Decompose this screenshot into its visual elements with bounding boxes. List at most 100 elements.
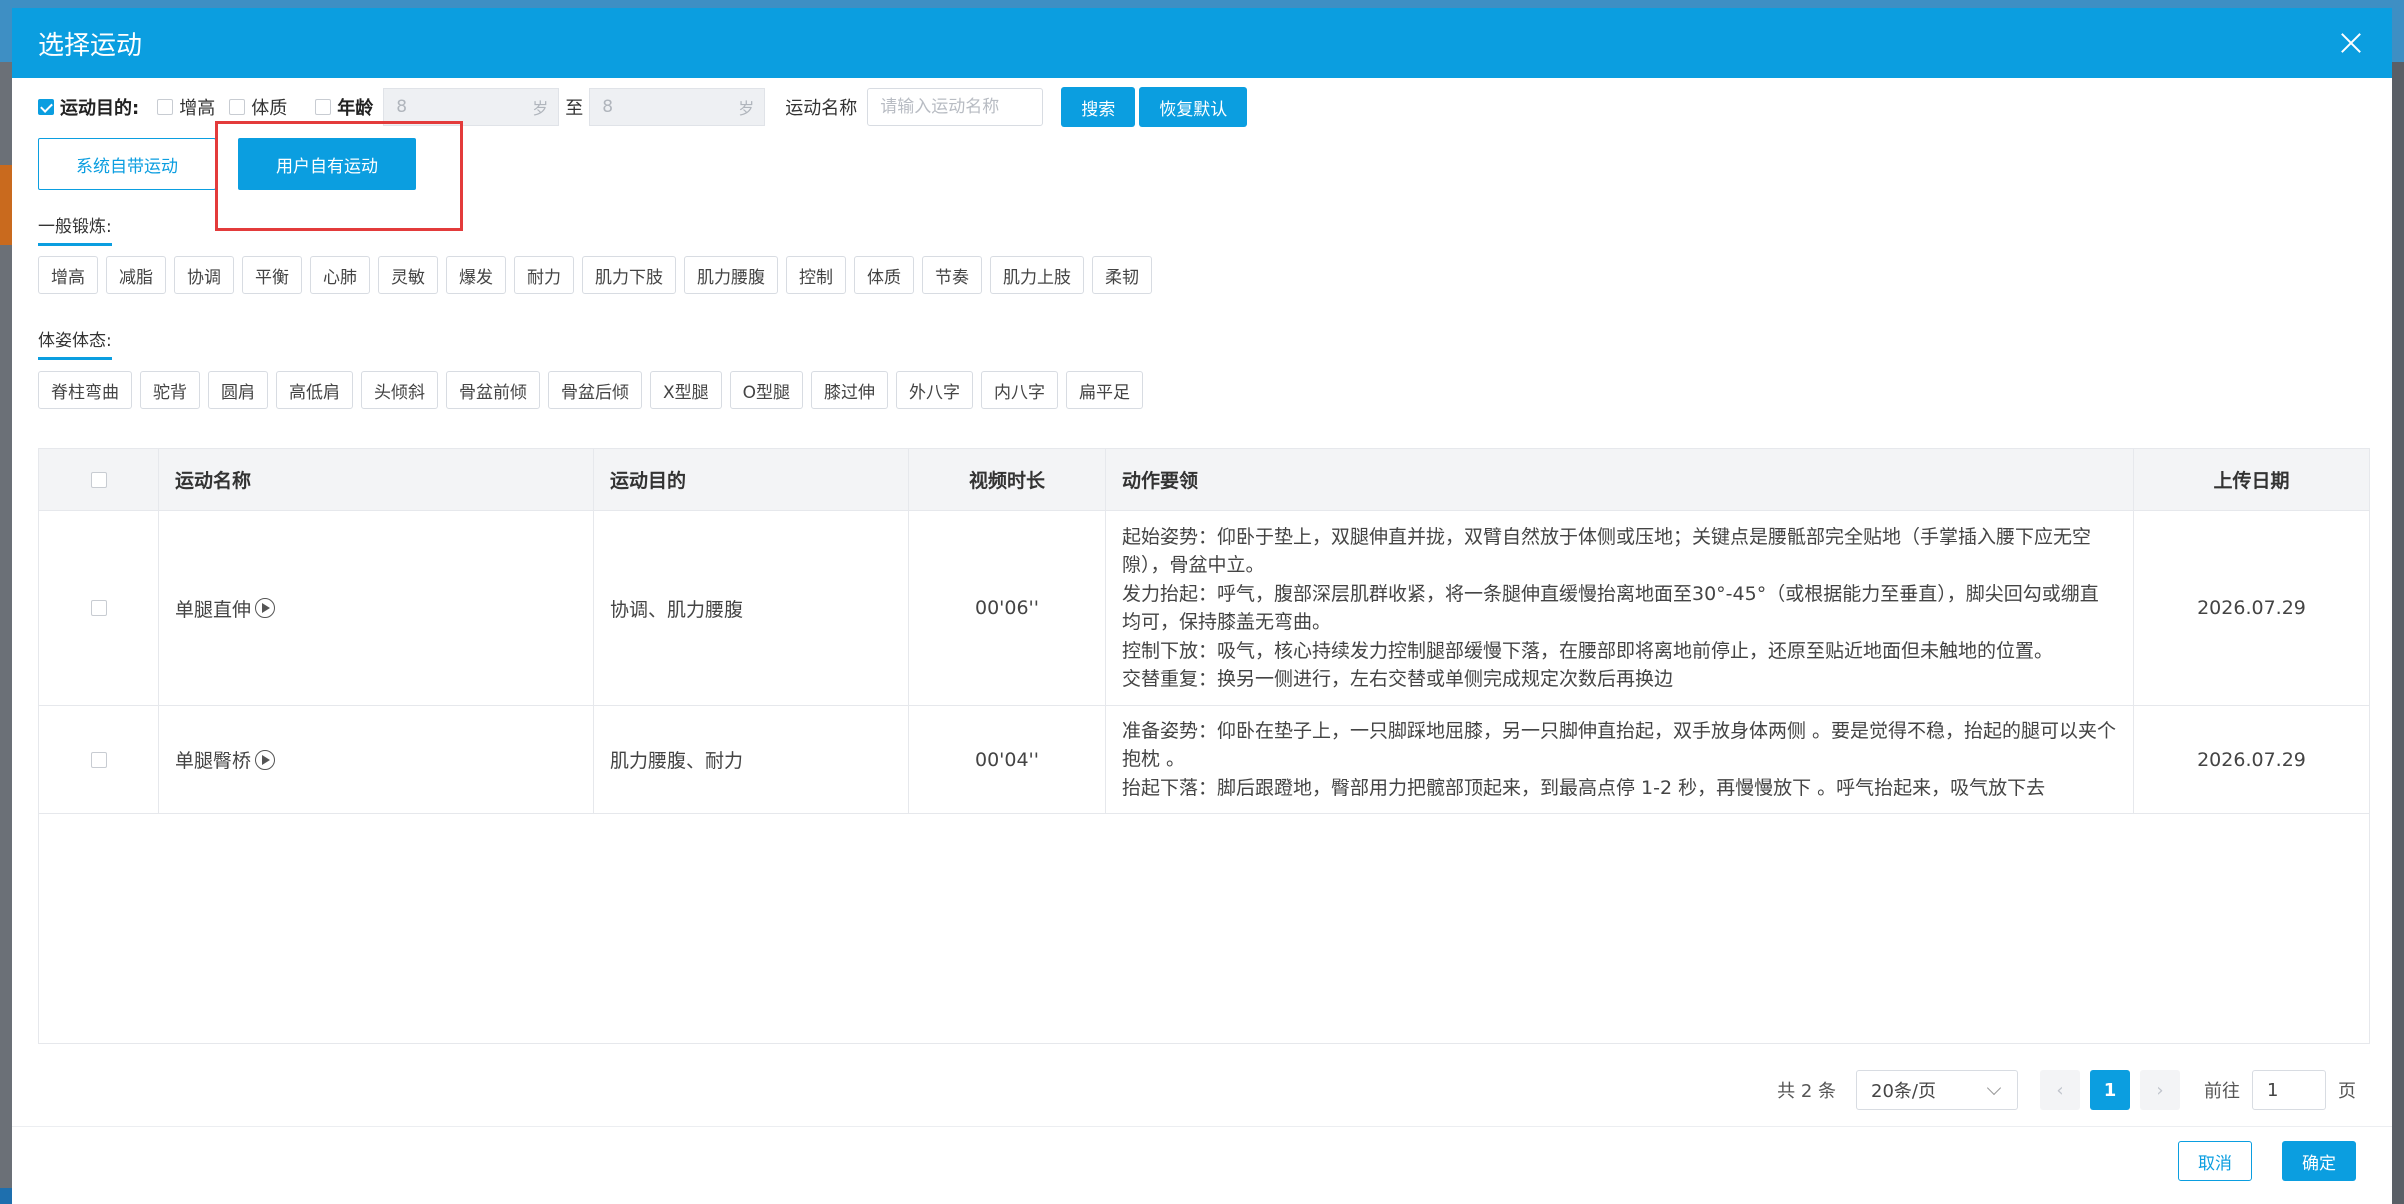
video-duration: 00'04'' bbox=[909, 706, 1106, 813]
close-icon[interactable] bbox=[2338, 30, 2364, 56]
step-text: 发力抬起：呼气，腹部深层肌群收紧，将一条腿伸直缓慢抬离地面至30°-45°（或根… bbox=[1122, 582, 2099, 634]
tag-button[interactable]: 骨盆前倾 bbox=[446, 371, 540, 409]
age-from-value: 8 bbox=[396, 97, 408, 117]
purpose-label: 运动目的: bbox=[60, 98, 140, 119]
step-text: 准备姿势：仰卧在垫子上，一只脚踩地屈膝，另一只脚伸直抬起，双手放身体两侧 。要是… bbox=[1122, 719, 2117, 771]
confirm-button[interactable]: 确定 bbox=[2282, 1141, 2356, 1181]
tag-button[interactable]: 头倾斜 bbox=[361, 371, 438, 409]
tag-button[interactable]: 体质 bbox=[854, 256, 914, 294]
header-steps: 动作要领 bbox=[1106, 449, 2134, 510]
option-label: 体质 bbox=[251, 98, 288, 119]
tag-button[interactable]: 控制 bbox=[786, 256, 846, 294]
page-size-select[interactable]: 20条/页 bbox=[1856, 1070, 2018, 1110]
posture-tag-list: 脊柱弯曲 驼背 圆肩 高低肩 头倾斜 骨盆前倾 骨盆后倾 X型腿 O型腿 膝过伸 外八字 内八字 扁平足 bbox=[38, 371, 1151, 409]
exercise-name-cell: 单腿直伸 bbox=[159, 511, 594, 705]
next-page-button[interactable]: › bbox=[2140, 1070, 2180, 1110]
exercise-purpose: 肌力腰腹、耐力 bbox=[594, 706, 909, 813]
dialog-header: 选择运动 bbox=[12, 8, 2392, 78]
tag-button[interactable]: 肌力下肢 bbox=[582, 256, 676, 294]
tag-button[interactable]: 扁平足 bbox=[1066, 371, 1144, 409]
tag-button[interactable]: 高低肩 bbox=[276, 371, 353, 409]
dialog-title: 选择运动 bbox=[38, 30, 143, 61]
chevron-down-icon bbox=[1986, 1080, 2002, 1096]
name-label: 运动名称 bbox=[785, 98, 858, 119]
exercise-name-input[interactable] bbox=[867, 88, 1044, 126]
age-unit: 岁 bbox=[738, 99, 755, 118]
posture-section-title: 体姿体态: bbox=[38, 326, 112, 360]
step-text: 控制下放：吸气，核心持续发力控制腿部缓慢下落，在腰部即将离地前停止，还原至贴近地… bbox=[1122, 639, 2054, 662]
tag-button[interactable]: 心肺 bbox=[310, 256, 370, 294]
tag-button[interactable]: 耐力 bbox=[514, 256, 574, 294]
header-date: 上传日期 bbox=[2213, 470, 2290, 492]
page-1-button[interactable]: 1 bbox=[2090, 1070, 2130, 1110]
tab-system-exercises[interactable]: 系统自带运动 bbox=[38, 138, 216, 190]
tag-button[interactable]: 增高 bbox=[38, 256, 98, 294]
highlight-annotation bbox=[215, 121, 463, 231]
total-count: 共 2 条 bbox=[1777, 1081, 1836, 1102]
age-unit: 岁 bbox=[532, 99, 549, 118]
age-to-value: 8 bbox=[602, 97, 614, 117]
search-button[interactable]: 搜索 bbox=[1061, 87, 1136, 127]
tag-button[interactable]: 协调 bbox=[174, 256, 234, 294]
step-text: 起始姿势：仰卧于垫上，双腿伸直并拢，双臂自然放于体侧或压地；关键点是腰骶部完全贴… bbox=[1122, 525, 2092, 577]
play-icon[interactable] bbox=[255, 749, 276, 770]
tag-button[interactable]: 爆发 bbox=[446, 256, 506, 294]
video-duration: 00'06'' bbox=[909, 511, 1106, 705]
table-row[interactable]: 单腿直伸 协调、肌力腰腹 00'06'' 起始姿势：仰卧于垫上，双腿伸直并拢，双… bbox=[39, 511, 2369, 706]
header-name: 运动名称 bbox=[159, 449, 594, 510]
background-accent bbox=[0, 165, 12, 245]
tag-button[interactable]: 节奏 bbox=[922, 256, 982, 294]
cancel-button[interactable]: 取消 bbox=[2178, 1141, 2252, 1181]
prev-page-button[interactable]: ‹ bbox=[2040, 1070, 2080, 1110]
exercise-steps: 准备姿势：仰卧在垫子上，一只脚踩地屈膝，另一只脚伸直抬起，双手放身体两侧 。要是… bbox=[1106, 706, 2134, 813]
option-checkbox[interactable] bbox=[157, 99, 174, 115]
exercise-name: 单腿臀桥 bbox=[175, 750, 252, 772]
tag-button[interactable]: 外八字 bbox=[896, 371, 974, 409]
age-checkbox[interactable] bbox=[315, 99, 332, 115]
tag-button[interactable]: 平衡 bbox=[242, 256, 302, 294]
exercise-steps: 起始姿势：仰卧于垫上，双腿伸直并拢，双臂自然放于体侧或压地；关键点是腰骶部完全贴… bbox=[1106, 511, 2134, 705]
header-purpose: 运动目的 bbox=[594, 449, 909, 510]
goto-label: 前往 bbox=[2204, 1081, 2240, 1102]
to-label: 至 bbox=[565, 98, 584, 119]
tag-button[interactable]: 骨盆后倾 bbox=[548, 371, 642, 409]
pagination: 共 2 条 20条/页 ‹ 1 › 前往 1 页 bbox=[12, 1068, 2392, 1112]
tag-button[interactable]: 灵敏 bbox=[378, 256, 438, 294]
tag-button[interactable]: 肌力腰腹 bbox=[684, 256, 778, 294]
tag-button[interactable]: 驼背 bbox=[140, 371, 200, 409]
table-row[interactable]: 单腿臀桥 肌力腰腹、耐力 00'04'' 准备姿势：仰卧在垫子上，一只脚踩地屈膝… bbox=[39, 706, 2369, 814]
reset-button[interactable]: 恢复默认 bbox=[1139, 87, 1248, 127]
tag-button[interactable]: 圆肩 bbox=[208, 371, 268, 409]
table-header: 运动名称 运动目的 视频时长 动作要领 上传日期 bbox=[39, 449, 2369, 511]
step-text: 交替重复：换另一侧进行，左右交替或单侧完成规定次数后再换边 bbox=[1122, 668, 1674, 690]
row-select-cell bbox=[39, 511, 159, 705]
tag-button[interactable]: 柔韧 bbox=[1092, 256, 1152, 294]
age-label: 年龄 bbox=[337, 98, 374, 119]
tag-button[interactable]: 减脂 bbox=[106, 256, 166, 294]
tag-button[interactable]: 内八字 bbox=[981, 371, 1059, 409]
tag-button[interactable]: O型腿 bbox=[729, 371, 804, 409]
select-all-checkbox[interactable] bbox=[90, 471, 107, 488]
exercise-table: 运动名称 运动目的 视频时长 动作要领 上传日期 单腿直伸 协调、肌力腰腹 00… bbox=[38, 448, 2370, 1044]
play-icon[interactable] bbox=[255, 598, 276, 618]
goto-page-input[interactable]: 1 bbox=[2252, 1070, 2326, 1110]
tag-button[interactable]: X型腿 bbox=[650, 371, 722, 409]
header-duration: 视频时长 bbox=[909, 449, 1106, 510]
purpose-checkbox[interactable] bbox=[38, 99, 54, 115]
page-size-value: 20条/页 bbox=[1871, 1081, 1936, 1102]
age-to-input[interactable]: 8 岁 bbox=[589, 88, 766, 126]
option-checkbox[interactable] bbox=[229, 99, 246, 115]
upload-date: 2026.07.29 bbox=[2197, 597, 2306, 619]
tag-button[interactable]: 肌力上肢 bbox=[990, 256, 1084, 294]
header-select-cell bbox=[39, 449, 159, 510]
row-checkbox[interactable] bbox=[90, 600, 107, 616]
general-section-title: 一般锻炼: bbox=[38, 212, 112, 246]
tag-button[interactable]: 膝过伸 bbox=[811, 371, 889, 409]
select-exercise-dialog: 选择运动 运动目的: 增高 体质 年龄 8 岁 至 8 岁 运动名称 搜索 恢复… bbox=[12, 8, 2392, 1204]
row-checkbox[interactable] bbox=[90, 751, 107, 768]
exercise-name-cell: 单腿臀桥 bbox=[159, 706, 594, 813]
step-text: 抬起下落：脚后跟蹬地，臀部用力把髋部顶起来，到最高点停 1-2 秒，再慢慢放下 … bbox=[1122, 776, 2046, 799]
exercise-name: 单腿直伸 bbox=[175, 598, 252, 621]
row-select-cell bbox=[39, 706, 159, 813]
tag-button[interactable]: 脊柱弯曲 bbox=[38, 371, 132, 409]
